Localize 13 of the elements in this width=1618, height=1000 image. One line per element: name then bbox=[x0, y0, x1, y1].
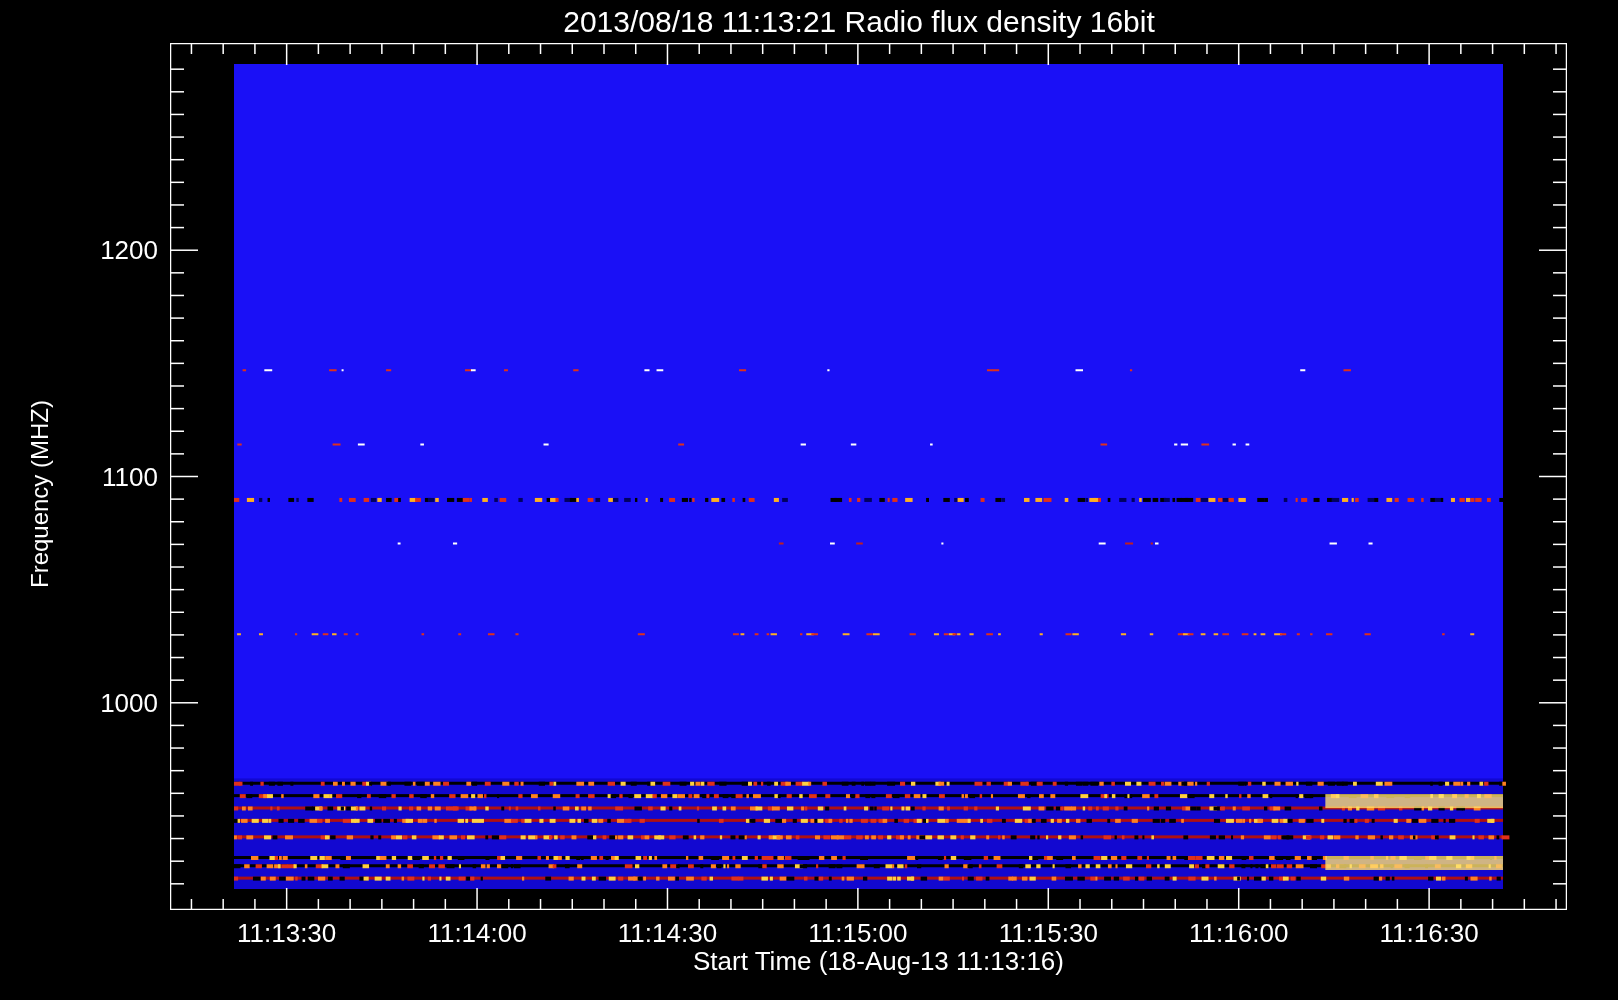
x-tick-label: 11:16:30 bbox=[1379, 918, 1479, 949]
chart-title: 2013/08/18 11:13:21 Radio flux density 16bit bbox=[562, 4, 1156, 40]
x-tick-label: 11:15:30 bbox=[998, 918, 1098, 949]
x-tick-label: 11:13:30 bbox=[237, 918, 337, 949]
x-tick-label: 11:16:00 bbox=[1189, 918, 1289, 949]
y-tick-label: 1100 bbox=[102, 461, 158, 492]
x-tick-label: 11:14:00 bbox=[427, 918, 527, 949]
x-tick-label: 11:15:00 bbox=[808, 918, 908, 949]
y-tick-label: 1200 bbox=[100, 234, 158, 266]
x-axis-label: Start Time (18-Aug-13 11:13:16) bbox=[692, 946, 1065, 977]
y-tick-label: 1000 bbox=[100, 687, 158, 719]
y-axis-label: Frequency (MHZ) bbox=[26, 399, 54, 588]
x-tick-label: 11:14:30 bbox=[617, 918, 718, 949]
